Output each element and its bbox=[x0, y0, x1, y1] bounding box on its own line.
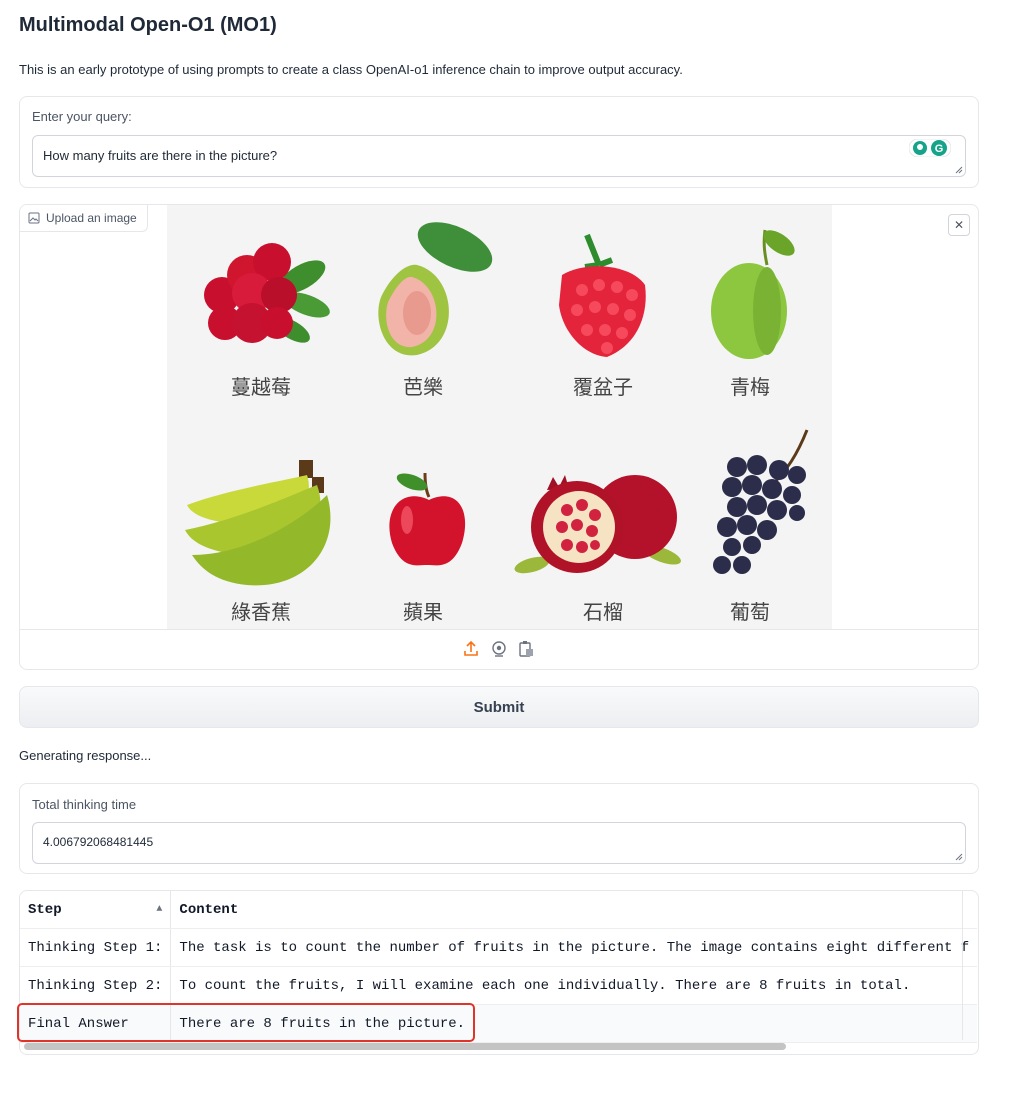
fruit-label-apple: 蘋果 bbox=[403, 600, 443, 624]
page-description: This is an early prototype of using prom… bbox=[19, 62, 683, 77]
horizontal-scrollbar[interactable] bbox=[24, 1043, 786, 1050]
status-text: Generating response... bbox=[19, 748, 152, 763]
image-icon bbox=[28, 212, 40, 224]
thinking-time-label: Total thinking time bbox=[32, 797, 137, 812]
clipboard-icon[interactable] bbox=[518, 640, 534, 658]
step-cell: Thinking Step 2: bbox=[20, 966, 172, 1005]
close-icon: ✕ bbox=[953, 218, 965, 232]
table-header-row: Step ▲ Content bbox=[20, 891, 978, 929]
sort-ascending-icon[interactable]: ▲ bbox=[156, 904, 162, 915]
upload-image-label-text: Upload an image bbox=[46, 211, 137, 225]
resize-handle-icon[interactable] bbox=[955, 166, 963, 174]
clear-image-button[interactable]: ✕ bbox=[948, 214, 970, 236]
thinking-time-value: 4.006792068481445 bbox=[43, 835, 154, 849]
upload-image-label: Upload an image bbox=[20, 205, 148, 232]
image-upload-panel: 蔓越莓 芭樂 覆盆子 青梅 綠香蕉 蘋果 石榴 葡萄 Upload an ima… bbox=[19, 204, 979, 670]
fruit-label-raspberry: 覆盆子 bbox=[573, 375, 633, 399]
grammarly-icon[interactable]: G bbox=[908, 138, 952, 158]
content-cell: To count the fruits, I will examine each… bbox=[170, 966, 978, 1005]
fruit-label-green-banana: 綠香蕉 bbox=[231, 600, 291, 624]
page-title: Multimodal Open-O1 (MO1) bbox=[19, 14, 277, 36]
thinking-time-panel: Total thinking time 4.006792068481445 bbox=[19, 783, 979, 874]
query-label: Enter your query: bbox=[32, 109, 132, 124]
fruit-label-green-plum: 青梅 bbox=[730, 375, 770, 399]
fruits-illustration bbox=[185, 222, 809, 586]
thinking-time-field[interactable]: 4.006792068481445 bbox=[32, 822, 966, 864]
upload-icon[interactable] bbox=[463, 640, 479, 658]
table-row: Thinking Step 2: To count the fruits, I … bbox=[20, 966, 978, 1005]
image-source-toolbar bbox=[20, 629, 978, 669]
query-input-text: How many fruits are there in the picture… bbox=[43, 148, 278, 163]
svg-text:G: G bbox=[935, 143, 944, 155]
uploaded-image: 蔓越莓 芭樂 覆盆子 青梅 綠香蕉 蘋果 石榴 葡萄 bbox=[167, 205, 832, 629]
content-cell: The task is to count the number of fruit… bbox=[170, 928, 978, 967]
table-row: Thinking Step 1: The task is to count th… bbox=[20, 928, 978, 967]
webcam-icon[interactable] bbox=[491, 640, 507, 658]
step-cell: Thinking Step 1: bbox=[20, 928, 172, 967]
fruit-label-cranberry: 蔓越莓 bbox=[231, 375, 291, 399]
column-header-step[interactable]: Step ▲ bbox=[20, 891, 172, 929]
submit-button[interactable]: Submit bbox=[19, 686, 979, 728]
table-scroll-edge bbox=[962, 891, 963, 1040]
final-answer-highlight bbox=[17, 1003, 475, 1042]
query-input[interactable]: How many fruits are there in the picture… bbox=[32, 135, 966, 177]
fruit-label-pomegranate: 石榴 bbox=[583, 600, 623, 624]
fruit-label-guava: 芭樂 bbox=[403, 375, 443, 399]
query-panel: Enter your query: How many fruits are th… bbox=[19, 96, 979, 188]
resize-handle-icon[interactable] bbox=[955, 853, 963, 861]
column-header-content[interactable]: Content bbox=[170, 891, 978, 929]
fruit-label-grape: 葡萄 bbox=[730, 600, 770, 624]
